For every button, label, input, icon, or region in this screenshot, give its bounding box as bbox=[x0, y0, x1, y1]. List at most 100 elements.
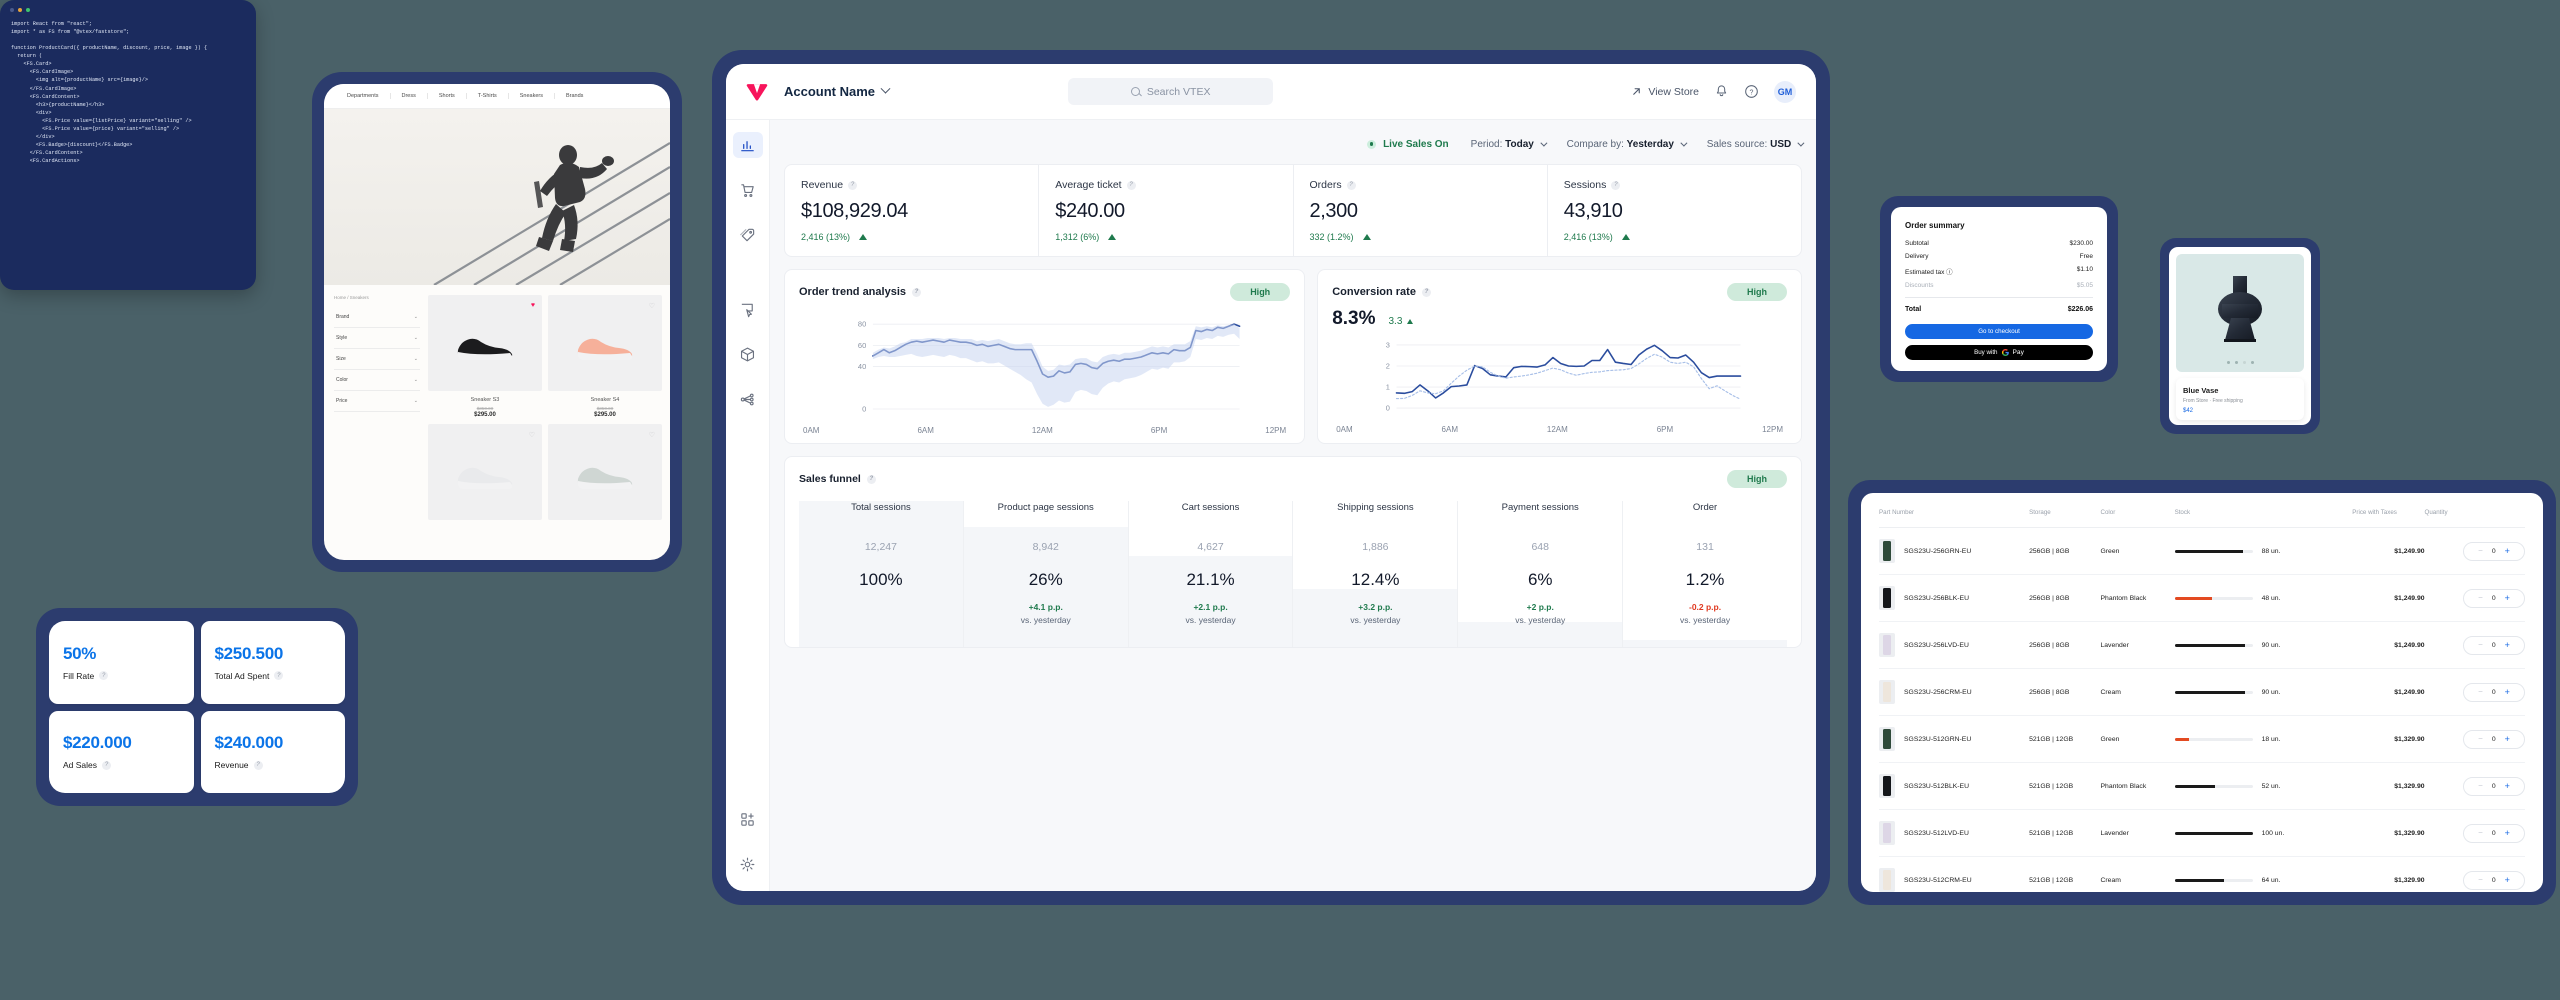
svg-text:40: 40 bbox=[858, 362, 866, 371]
storefront-filter[interactable]: Size ⌄ bbox=[334, 349, 420, 370]
table-row[interactable]: SGS23U-512CRM-EU 521GB | 12GB Cream 64 un. $… bbox=[1879, 857, 2525, 892]
period-selector[interactable]: Period: Today bbox=[1470, 138, 1548, 150]
wishlist-heart-icon[interactable]: ♡ bbox=[529, 431, 535, 439]
window-minimize-dot[interactable] bbox=[18, 8, 22, 12]
table-row[interactable]: SGS23U-256LVD-EU 256GB | 8GB Lavender 90 un… bbox=[1879, 621, 2525, 669]
sidebar-item-catalog[interactable] bbox=[733, 341, 763, 367]
sidebar-item-storefront[interactable] bbox=[733, 296, 763, 322]
info-help-icon[interactable]: ? bbox=[912, 287, 921, 297]
shopping-cart-icon bbox=[741, 183, 754, 197]
metric-label: Ad Sales bbox=[63, 760, 98, 771]
sidebar-item-analytics[interactable] bbox=[732, 132, 763, 158]
stock-level-bar bbox=[2174, 878, 2253, 882]
kpi-delta: 1,312 (6%) bbox=[1055, 232, 1100, 242]
view-store-label: View Store bbox=[1648, 85, 1699, 98]
increase-quantity-button[interactable]: + bbox=[2505, 828, 2510, 838]
storefront-product-card[interactable]: ♥ Sneaker S3 $350.00 $295.00 bbox=[428, 295, 542, 418]
window-close-dot[interactable] bbox=[10, 8, 14, 12]
storefront-nav-item[interactable]: Dress bbox=[391, 93, 428, 99]
storefront-filter[interactable]: Style ⌄ bbox=[334, 328, 420, 349]
table-row[interactable]: SGS23U-512LVD-EU 521GB | 12GB Lavender 100 … bbox=[1879, 809, 2525, 857]
carousel-dot[interactable] bbox=[2226, 361, 2230, 364]
svg-text:60: 60 bbox=[858, 341, 866, 350]
storefront-nav-item[interactable]: T-Shirts bbox=[467, 93, 509, 99]
info-help-icon[interactable]: ? bbox=[1421, 287, 1431, 297]
sidebar-item-apps[interactable] bbox=[733, 806, 763, 832]
image-carousel-dots[interactable] bbox=[2176, 361, 2304, 364]
table-row[interactable]: SGS23U-256CRM-EU 256GB | 8GB Cream 90 un. $1… bbox=[1879, 668, 2525, 716]
code-source: import React from "react"; import * as F… bbox=[11, 21, 208, 165]
storefront-nav-item[interactable]: Shorts bbox=[428, 93, 467, 99]
stock-units: 52 un. bbox=[2261, 782, 2281, 790]
sidebar-item-orders[interactable] bbox=[733, 177, 763, 203]
cell-quantity: −0 + bbox=[2424, 621, 2525, 669]
info-help-icon[interactable]: ? bbox=[1126, 180, 1136, 190]
help-circle-icon[interactable]: ? bbox=[1744, 84, 1759, 99]
increase-quantity-button[interactable]: + bbox=[2505, 734, 2510, 744]
decrease-quantity-button[interactable]: − bbox=[2478, 688, 2483, 696]
increase-quantity-button[interactable]: + bbox=[2505, 781, 2510, 791]
info-help-icon[interactable]: ? bbox=[274, 671, 284, 681]
storefront-nav-item[interactable]: Departments bbox=[336, 93, 391, 99]
search-input[interactable]: Search VTEX bbox=[1068, 78, 1274, 105]
notification-bell-icon[interactable] bbox=[1714, 84, 1729, 99]
storefront-filter[interactable]: Color ⌄ bbox=[334, 370, 420, 391]
vtex-logo-icon[interactable] bbox=[746, 81, 768, 103]
table-row[interactable]: SGS23U-256GRN-EU 256GB | 8GB Green 88 un. $1… bbox=[1879, 527, 2525, 575]
kpi-delta-row: 2,416 (13%) bbox=[801, 232, 1022, 242]
storefront-nav-item[interactable]: Sneakers bbox=[509, 93, 555, 99]
compare-selector[interactable]: Compare by: Yesterday bbox=[1567, 139, 1688, 150]
decrease-quantity-button[interactable]: − bbox=[2478, 594, 2483, 602]
increase-quantity-button[interactable]: + bbox=[2505, 640, 2510, 650]
storefront-filter[interactable]: Brand ⌄ bbox=[334, 307, 420, 328]
window-maximize-dot[interactable] bbox=[26, 8, 30, 12]
wishlist-heart-icon[interactable]: ♡ bbox=[649, 302, 655, 310]
decrease-quantity-button[interactable]: − bbox=[2478, 876, 2483, 884]
wishlist-heart-icon[interactable]: ♥ bbox=[531, 302, 535, 309]
cell-color: Green bbox=[2100, 527, 2175, 575]
increase-quantity-button[interactable]: + bbox=[2505, 687, 2510, 697]
info-help-icon[interactable]: ? bbox=[848, 180, 858, 190]
carousel-dot[interactable] bbox=[2250, 361, 2254, 364]
google-pay-button[interactable]: Buy with Pay bbox=[1905, 345, 2093, 360]
storefront-filter[interactable]: Price ⌄ bbox=[334, 391, 420, 412]
decrease-quantity-button[interactable]: − bbox=[2478, 782, 2483, 790]
info-help-icon[interactable]: ? bbox=[866, 474, 876, 484]
go-to-checkout-button[interactable]: Go to checkout bbox=[1905, 324, 2093, 339]
cell-stock: 90 un. bbox=[2174, 668, 2353, 716]
code-window-controls bbox=[0, 0, 256, 16]
decrease-quantity-button[interactable]: − bbox=[2478, 641, 2483, 649]
axis-tick-label: 6PM bbox=[1656, 425, 1674, 434]
avatar[interactable]: GM bbox=[1774, 80, 1796, 103]
storefront-nav-item[interactable]: Brands bbox=[555, 93, 594, 99]
increase-quantity-button[interactable]: + bbox=[2505, 593, 2510, 603]
storefront-product-card[interactable]: ♡ bbox=[428, 424, 542, 520]
sidebar-item-integrations[interactable] bbox=[733, 386, 763, 412]
account-switcher[interactable]: Account Name bbox=[784, 83, 891, 99]
view-store-link[interactable]: View Store bbox=[1631, 86, 1699, 98]
decrease-quantity-button[interactable]: − bbox=[2478, 547, 2483, 555]
info-help-icon[interactable]: ? bbox=[1611, 180, 1621, 190]
table-row[interactable]: SGS23U-512GRN-EU 521GB | 12GB Green 18 un. $… bbox=[1879, 715, 2525, 763]
increase-quantity-button[interactable]: + bbox=[2505, 546, 2510, 556]
info-help-icon[interactable]: ? bbox=[102, 760, 112, 770]
increase-quantity-button[interactable]: + bbox=[2505, 875, 2510, 885]
storefront-product-card[interactable]: ♡ bbox=[548, 424, 662, 520]
carousel-dot[interactable] bbox=[2242, 361, 2246, 364]
decrease-quantity-button[interactable]: − bbox=[2478, 735, 2483, 743]
kpi-delta: 332 (1.2%) bbox=[1309, 232, 1354, 242]
table-row[interactable]: SGS23U-512BLK-EU 521GB | 12GB Phantom Blac… bbox=[1879, 762, 2525, 810]
quantity-value: 0 bbox=[2491, 876, 2496, 884]
info-help-icon[interactable]: ? bbox=[1346, 180, 1356, 190]
wishlist-heart-icon[interactable]: ♡ bbox=[649, 431, 655, 439]
info-help-icon[interactable]: ? bbox=[99, 671, 109, 681]
table-row[interactable]: SGS23U-256BLK-EU 256GB | 8GB Phantom Black… bbox=[1879, 574, 2525, 622]
sales-source-selector[interactable]: Sales source: USD bbox=[1707, 139, 1805, 150]
sidebar-item-promotions[interactable] bbox=[733, 222, 763, 248]
storefront-product-card[interactable]: ♡ Sneaker S4 $350.00 $295.00 bbox=[548, 295, 662, 418]
carousel-dot[interactable] bbox=[2234, 361, 2238, 364]
info-help-icon[interactable]: ? bbox=[253, 760, 263, 770]
sidebar-item-settings[interactable] bbox=[733, 851, 763, 877]
period-label: Period: bbox=[1470, 138, 1503, 150]
decrease-quantity-button[interactable]: − bbox=[2478, 829, 2483, 837]
